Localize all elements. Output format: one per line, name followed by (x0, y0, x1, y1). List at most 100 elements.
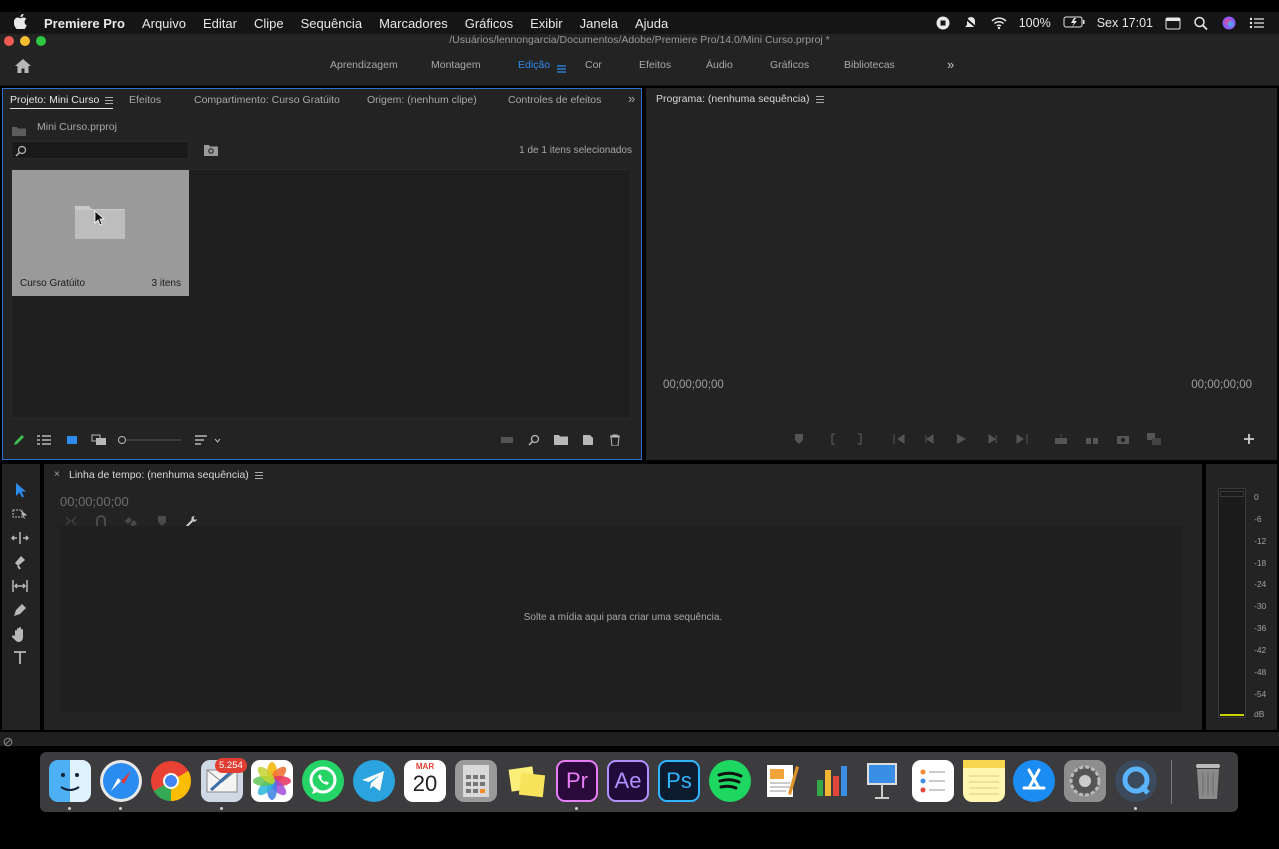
tab-efeitos[interactable]: Efeitos (129, 94, 161, 106)
playhead-timecode[interactable]: 00;00;00;00 (663, 379, 724, 391)
menu-marcadores[interactable]: Marcadores (379, 16, 448, 31)
photos-icon[interactable] (251, 760, 293, 802)
stickies-icon[interactable] (506, 760, 548, 802)
find-icon[interactable] (527, 433, 541, 446)
pencil-icon[interactable] (12, 433, 26, 445)
spotlight-search-icon[interactable] (1193, 16, 1209, 31)
app-menu[interactable]: Premiere Pro (44, 16, 125, 31)
track-select-tool-icon[interactable] (11, 505, 29, 523)
extract-icon[interactable] (1085, 432, 1099, 444)
new-bin-icon[interactable] (554, 433, 568, 445)
pen-tool-icon[interactable] (11, 601, 29, 619)
icon-view-icon[interactable] (65, 433, 79, 445)
step-forward-icon[interactable] (985, 432, 999, 444)
timeline-settings-wrench-icon[interactable] (185, 514, 199, 527)
screen-record-icon[interactable] (935, 16, 951, 30)
telegram-icon[interactable] (353, 760, 395, 802)
numbers-icon[interactable] (811, 760, 853, 802)
notes-icon[interactable] (963, 760, 1005, 802)
photoshop-icon[interactable]: Ps (658, 760, 700, 802)
calendar-widget-icon[interactable] (1165, 16, 1181, 30)
notification-center-icon[interactable] (1249, 16, 1265, 30)
quicktime-icon[interactable] (1115, 760, 1157, 802)
keynote-icon[interactable] (861, 760, 903, 802)
menu-graficos[interactable]: Gráficos (465, 16, 513, 31)
comparison-view-icon[interactable] (1146, 432, 1161, 445)
ripple-edit-tool-icon[interactable] (10, 529, 30, 547)
linked-selection-icon[interactable] (124, 514, 138, 527)
workspace-tab-cor[interactable]: Cor (585, 59, 602, 71)
type-tool-icon[interactable] (11, 649, 29, 667)
razor-tool-icon[interactable] (11, 553, 29, 571)
chrome-icon[interactable] (150, 760, 192, 802)
workspace-tab-efeitos[interactable]: Efeitos (639, 59, 671, 71)
new-item-icon[interactable] (581, 433, 595, 445)
close-tab-icon[interactable]: × (54, 469, 60, 480)
calendar-icon[interactable]: MAR 20 (404, 760, 446, 802)
go-to-in-icon[interactable] (892, 432, 906, 444)
finder-icon[interactable] (49, 760, 91, 802)
snap-icon[interactable] (94, 514, 108, 526)
nest-sequence-icon[interactable] (64, 514, 78, 526)
freeform-view-icon[interactable] (91, 433, 106, 445)
notifications-muted-icon[interactable] (963, 16, 979, 30)
menu-clipe[interactable]: Clipe (254, 16, 284, 31)
add-marker-icon[interactable] (155, 514, 169, 526)
battery-percentage[interactable]: 100% (1019, 16, 1051, 30)
selection-tool-icon[interactable] (11, 481, 29, 499)
go-to-out-icon[interactable] (1015, 432, 1029, 444)
zoom-slider[interactable] (117, 433, 181, 445)
find-in-bin-icon[interactable] (204, 143, 218, 156)
workspace-overflow-icon[interactable]: » (947, 57, 954, 72)
workspace-tab-bibliotecas[interactable]: Bibliotecas (844, 59, 895, 71)
menu-janela[interactable]: Janela (580, 16, 618, 31)
tab-projeto[interactable]: Projeto: Mini Curso (10, 94, 114, 109)
step-back-icon[interactable] (923, 432, 937, 444)
panel-menu-icon[interactable] (815, 95, 824, 103)
workspace-tab-montagem[interactable]: Montagem (431, 59, 481, 71)
slip-tool-icon[interactable] (11, 577, 29, 595)
lift-icon[interactable] (1054, 432, 1068, 444)
bin-thumbnail[interactable]: Curso Gratúito 3 itens (12, 170, 189, 296)
menu-sequencia[interactable]: Sequência (301, 16, 362, 31)
panel-menu-icon[interactable] (254, 471, 263, 479)
spotify-icon[interactable] (709, 760, 751, 802)
workspace-tab-audio[interactable]: Áudio (706, 59, 733, 71)
tab-compartimento[interactable]: Compartimento: Curso Gratúito (194, 94, 340, 106)
menubar-clock[interactable]: Sex 17:01 (1097, 16, 1153, 30)
home-icon[interactable] (14, 58, 32, 74)
wifi-icon[interactable] (991, 16, 1007, 30)
tab-origem[interactable]: Origem: (nenhum clipe) (367, 94, 477, 106)
button-editor-plus-icon[interactable] (1242, 432, 1256, 444)
safari-icon[interactable] (100, 760, 142, 802)
timeline-timecode[interactable]: 00;00;00;00 (60, 494, 129, 509)
apple-menu-icon[interactable] (13, 13, 34, 32)
list-view-icon[interactable] (37, 433, 51, 445)
panel-overflow-icon[interactable]: » (628, 91, 635, 106)
automate-to-sequence-icon[interactable] (500, 433, 514, 445)
app-store-icon[interactable] (1013, 760, 1055, 802)
premiere-pro-icon[interactable]: Pr (556, 760, 598, 802)
workspace-tab-edicao[interactable]: Edição (518, 59, 550, 71)
sort-icons-icon[interactable] (195, 433, 221, 445)
after-effects-icon[interactable]: Ae (607, 760, 649, 802)
tab-controles-de-efeitos[interactable]: Controles de efeitos (508, 94, 601, 106)
battery-icon[interactable] (1063, 16, 1085, 30)
whatsapp-icon[interactable] (302, 760, 344, 802)
play-icon[interactable] (954, 432, 968, 444)
trash-icon[interactable] (1187, 760, 1229, 802)
pages-icon[interactable] (760, 760, 802, 802)
menu-exibir[interactable]: Exibir (530, 16, 563, 31)
mark-in-icon[interactable] (826, 432, 840, 445)
menu-arquivo[interactable]: Arquivo (142, 16, 186, 31)
workspace-tab-graficos[interactable]: Gráficos (770, 59, 809, 71)
siri-icon[interactable] (1221, 16, 1237, 30)
add-marker-icon[interactable] (792, 432, 806, 444)
panel-menu-icon[interactable] (105, 96, 114, 104)
export-frame-icon[interactable] (1116, 432, 1130, 444)
menu-editar[interactable]: Editar (203, 16, 237, 31)
reminders-icon[interactable] (912, 760, 954, 802)
tab-linha-de-tempo[interactable]: Linha de tempo: (nenhuma sequência) (69, 469, 263, 481)
workspace-menu-icon[interactable] (557, 60, 566, 73)
workspace-tab-aprendizagem[interactable]: Aprendizagem (330, 59, 398, 71)
